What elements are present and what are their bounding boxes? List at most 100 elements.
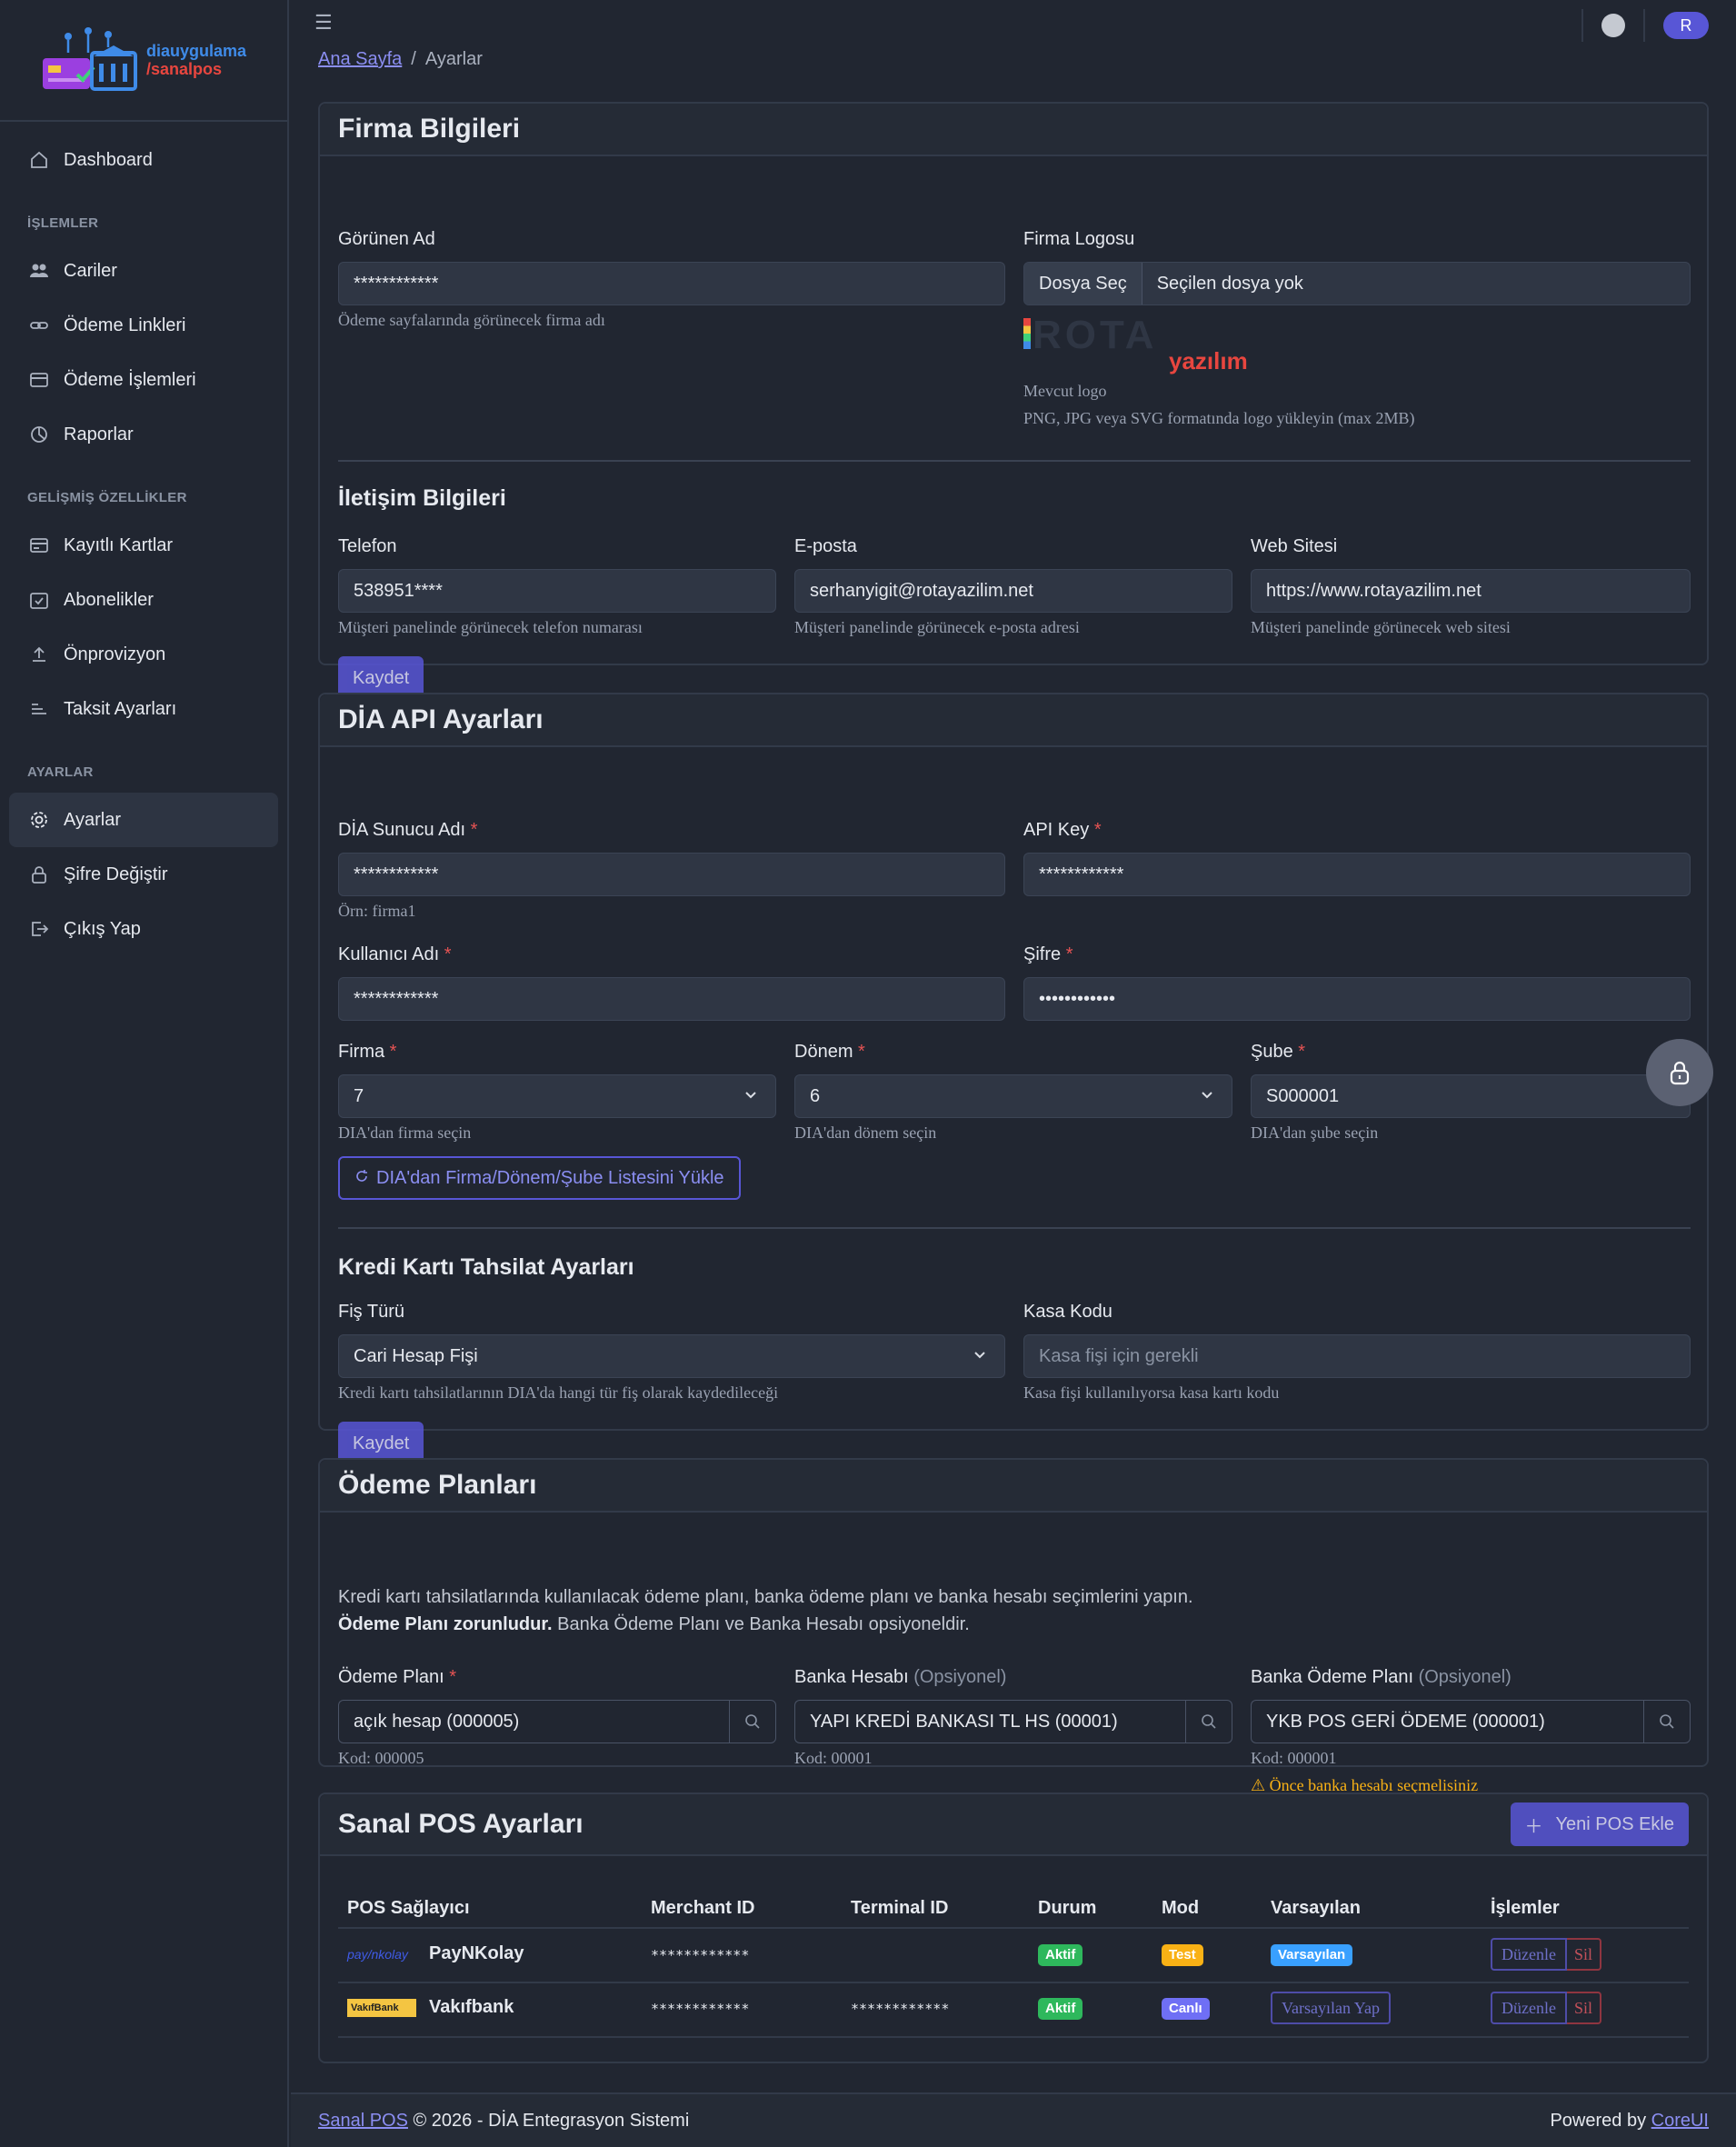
link-icon	[27, 314, 51, 337]
telefon-input[interactable]: 538951****	[338, 569, 776, 613]
brand-subname: /sanalpos	[145, 60, 223, 78]
breadcrumb-current: Ayarlar	[424, 49, 483, 69]
yeni-pos-ekle-button[interactable]: ＋ Yeni POS Ekle	[1510, 1802, 1689, 1846]
kasa-kodu-label: Kasa Kodu	[1023, 1302, 1112, 1322]
logo-sub: yazılım	[1169, 347, 1248, 374]
sidebar-item-odeme-linkleri[interactable]: Ödeme Linkleri	[9, 298, 278, 353]
delete-button[interactable]: Sil	[1566, 1992, 1601, 2024]
logo-file-input[interactable]: Dosya Seç Seçilen dosya yok	[1023, 262, 1691, 305]
column-header: Durum	[1038, 1898, 1097, 1918]
firma-label: Firma *	[338, 1042, 397, 1062]
sidebar-item-ayarlar[interactable]: Ayarlar	[9, 793, 278, 847]
nav-section-title: İŞLEMLER	[27, 215, 99, 231]
planlar-description: Kredi kartı tahsilatlarında kullanılacak…	[338, 1587, 1193, 1607]
gorunen-ad-input[interactable]: ************	[338, 262, 1005, 305]
sidebar-item-label: Cariler	[64, 260, 117, 281]
banka-hesabi-input[interactable]: YAPI KREDİ BANKASI TL HS (00001)	[794, 1700, 1185, 1743]
dia-liste-yukle-button[interactable]: DIA'dan Firma/Dönem/Şube Listesini Yükle	[338, 1156, 741, 1200]
sidebar-item-taksit-ayarlari[interactable]: Taksit Ayarları	[9, 682, 278, 736]
kasa-kodu-input[interactable]: Kasa fişi için gerekli	[1023, 1334, 1691, 1378]
sidebar-item-kayitli-kartlar[interactable]: Kayıtlı Kartlar	[9, 518, 278, 573]
sidebar-item-sifre-degistir[interactable]: Şifre Değiştir	[9, 847, 278, 902]
sidebar-item-label: Taksit Ayarları	[64, 698, 177, 719]
brand-name: diauygulama	[145, 42, 247, 60]
sidebar-item-label: Dashboard	[64, 149, 153, 170]
sidebar-item-label: Ayarlar	[64, 809, 121, 830]
fis-turu-select[interactable]: Cari Hesap Fişi	[338, 1334, 1005, 1378]
mode-badge: Canlı	[1162, 1997, 1210, 2020]
status-badge: Aktif	[1038, 1997, 1083, 2020]
donem-label: Dönem *	[794, 1042, 865, 1062]
pos-table: POS Sağlayıcı Merchant ID Terminal ID Du…	[338, 1882, 1689, 2045]
web-label: Web Sitesi	[1251, 536, 1338, 556]
sube-select[interactable]: S000001	[1251, 1074, 1691, 1118]
gear-icon	[27, 808, 51, 832]
home-icon	[27, 148, 51, 172]
set-default-button[interactable]: Varsayılan Yap	[1271, 1992, 1391, 2024]
brand-logo[interactable]: diauygulama /sanalpos	[0, 0, 287, 122]
firma-bilgileri-card: Firma Bilgileri Görünen Ad ************ …	[318, 102, 1709, 700]
sidebar-item-raporlar[interactable]: Raporlar	[9, 407, 278, 462]
terminal-id: ************	[851, 2001, 950, 2017]
sube-help: DIA'dan şube seçin	[1251, 1123, 1379, 1142]
logout-icon	[27, 917, 51, 941]
banka-odeme-plani-kod: Kod: 000001	[1251, 1749, 1337, 1767]
top-header: ☰ R	[291, 0, 1736, 45]
odeme-plani-input[interactable]: açık hesap (000005)	[338, 1700, 729, 1743]
calendar-check-icon	[27, 588, 51, 612]
breadcrumb: Ana Sayfa / Ayarlar	[318, 49, 483, 69]
footer-sanal-pos-link[interactable]: Sanal POS	[318, 2111, 408, 2132]
mevcut-logo-text: Mevcut logo	[1023, 382, 1107, 400]
sunucu-help: Örn: firma1	[338, 902, 416, 920]
search-icon[interactable]	[729, 1700, 776, 1743]
banka-odeme-plani-input[interactable]: YKB POS GERİ ÖDEME (000001)	[1251, 1700, 1643, 1743]
sidebar-item-cikis-yap[interactable]: Çıkış Yap	[9, 902, 278, 956]
donem-select[interactable]: 6	[794, 1074, 1232, 1118]
edit-button[interactable]: Düzenle	[1491, 1992, 1567, 2024]
footer-coreui-link[interactable]: CoreUI	[1651, 2111, 1709, 2131]
warning-icon: ⚠	[1251, 1776, 1266, 1794]
card-title: Sanal POS Ayarları	[338, 1809, 584, 1839]
fis-turu-label: Fiş Türü	[338, 1302, 404, 1322]
breadcrumb-home-link[interactable]: Ana Sayfa	[318, 49, 402, 69]
sunucu-input[interactable]: ************	[338, 853, 1005, 896]
brand-icon	[41, 25, 139, 95]
theme-toggle-icon[interactable]	[1601, 14, 1625, 37]
sidebar-item-label: Raporlar	[64, 424, 134, 444]
merchant-id: ************	[651, 2001, 750, 2017]
table-row: VakıfBank Vakıfbank	[347, 1997, 514, 2018]
search-icon[interactable]	[1185, 1700, 1232, 1743]
sidebar-item-odeme-islemleri[interactable]: Ödeme İşlemleri	[9, 353, 278, 407]
table-row: pay/nkolay PayNKolay	[347, 1943, 524, 1964]
odeme-plani-label: Ödeme Planı *	[338, 1667, 457, 1687]
column-header: POS Sağlayıcı	[347, 1898, 470, 1918]
web-input[interactable]: https://www.rotayazilim.net	[1251, 569, 1691, 613]
column-header: Mod	[1162, 1898, 1200, 1918]
sidebar-item-onprovizyon[interactable]: Önprovizyon	[9, 627, 278, 682]
firma-select[interactable]: 7	[338, 1074, 776, 1118]
kredi-karti-title: Kredi Kartı Tahsilat Ayarları	[338, 1254, 634, 1280]
kullanici-input[interactable]: ************	[338, 977, 1005, 1021]
sidebar-item-abonelikler[interactable]: Abonelikler	[9, 573, 278, 627]
file-status: Seçilen dosya yok	[1156, 273, 1303, 294]
banka-hesabi-label: Banka Hesabı (Opsiyonel)	[794, 1667, 1007, 1687]
sidebar-item-cariler[interactable]: Cariler	[9, 244, 278, 298]
eposta-input[interactable]: serhanyigit@rotayazilim.net	[794, 569, 1232, 613]
hamburger-menu-icon[interactable]: ☰	[314, 11, 333, 35]
sanal-pos-card: Sanal POS Ayarları ＋ Yeni POS Ekle POS S…	[318, 1792, 1709, 2063]
delete-button[interactable]: Sil	[1566, 1938, 1601, 1971]
edit-button[interactable]: Düzenle	[1491, 1938, 1567, 1971]
scroll-lock-button[interactable]	[1646, 1039, 1713, 1106]
file-choose-button[interactable]: Dosya Seç	[1024, 263, 1142, 305]
sifre-input[interactable]: ••••••••••••	[1023, 977, 1691, 1021]
paynkolay-logo: pay/nkolay	[347, 1946, 408, 1962]
apikey-input[interactable]: ************	[1023, 853, 1691, 896]
nav-section-title: GELİŞMİŞ ÖZELLİKLER	[27, 490, 187, 505]
sidebar-item-dashboard[interactable]: Dashboard	[9, 133, 278, 187]
lock-icon	[27, 863, 51, 886]
gorunen-ad-help: Ödeme sayfalarında görünecek firma adı	[338, 311, 605, 329]
search-icon[interactable]	[1643, 1700, 1691, 1743]
gorunen-ad-label: Görünen Ad	[338, 229, 435, 249]
sube-label: Şube *	[1251, 1042, 1306, 1062]
user-avatar[interactable]: R	[1663, 12, 1709, 39]
